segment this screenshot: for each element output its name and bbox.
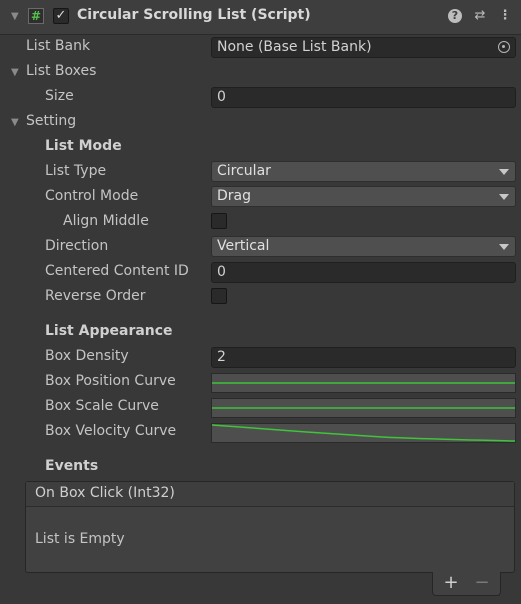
list-boxes-label[interactable]: List Boxes [26, 63, 96, 79]
box-scale-curve-field[interactable] [211, 398, 516, 418]
events-heading: Events [45, 458, 99, 474]
remove-icon[interactable]: − [470, 573, 494, 593]
setting-label[interactable]: Setting [26, 113, 76, 129]
component-title: Circular Scrolling List (Script) [77, 7, 311, 23]
chevron-down-icon [499, 194, 509, 200]
list-type-value: Circular [217, 163, 271, 179]
direction-dropdown[interactable]: Vertical [211, 236, 516, 257]
box-scale-curve-label: Box Scale Curve [45, 398, 159, 414]
foldout-arrow-icon[interactable]: ▼ [11, 11, 19, 22]
control-mode-value: Drag [217, 188, 252, 204]
list-bank-object-field[interactable]: None (Base List Bank) [211, 37, 516, 58]
list-appearance-heading: List Appearance [45, 323, 173, 339]
setting-foldout-icon[interactable]: ▼ [11, 117, 19, 128]
list-bank-value: None (Base List Bank) [217, 39, 372, 55]
chevron-down-icon [499, 244, 509, 250]
presets-icon[interactable]: ⇄ [472, 8, 488, 24]
component-enabled-checkbox[interactable]: ✓ [53, 8, 69, 24]
list-empty-text: List is Empty [35, 531, 125, 547]
box-scale-curve-graph [212, 407, 515, 409]
list-type-dropdown[interactable]: Circular [211, 161, 516, 182]
help-icon[interactable]: ? [447, 8, 463, 24]
chevron-down-icon [499, 169, 509, 175]
on-box-click-event-list: On Box Click (Int32) List is Empty [25, 481, 515, 573]
align-middle-label: Align Middle [63, 213, 149, 229]
box-position-curve-graph [212, 382, 515, 384]
direction-value: Vertical [217, 238, 270, 254]
reverse-order-label: Reverse Order [45, 288, 146, 304]
centered-content-id-field[interactable]: 0 [211, 262, 516, 283]
context-menu-icon[interactable]: ⋮ [497, 8, 513, 24]
list-bank-label: List Bank [26, 38, 91, 54]
size-field[interactable]: 0 [211, 87, 516, 108]
reverse-order-checkbox[interactable] [211, 288, 227, 304]
script-icon: # [28, 8, 44, 24]
box-density-field[interactable]: 2 [211, 347, 516, 368]
box-position-curve-field[interactable] [211, 373, 516, 393]
list-mode-heading: List Mode [45, 138, 122, 154]
align-middle-checkbox[interactable] [211, 213, 227, 229]
on-box-click-label: On Box Click (Int32) [35, 485, 175, 501]
box-velocity-curve-graph [212, 424, 515, 442]
component-header[interactable]: ▼ # ✓ Circular Scrolling List (Script) ?… [0, 0, 521, 35]
box-velocity-curve-field[interactable] [211, 423, 516, 443]
box-velocity-curve-label: Box Velocity Curve [45, 423, 177, 439]
box-position-curve-label: Box Position Curve [45, 373, 176, 389]
box-density-label: Box Density [45, 348, 129, 364]
list-boxes-foldout-icon[interactable]: ▼ [11, 67, 19, 78]
centered-content-id-label: Centered Content ID [45, 263, 189, 279]
size-label: Size [45, 88, 74, 104]
list-type-label: List Type [45, 163, 107, 179]
event-list-footer: + − [432, 572, 501, 596]
object-picker-icon[interactable] [498, 41, 510, 53]
control-mode-label: Control Mode [45, 188, 139, 204]
control-mode-dropdown[interactable]: Drag [211, 186, 516, 207]
add-icon[interactable]: + [439, 573, 463, 593]
event-list-header: On Box Click (Int32) [26, 482, 514, 507]
direction-label: Direction [45, 238, 109, 254]
